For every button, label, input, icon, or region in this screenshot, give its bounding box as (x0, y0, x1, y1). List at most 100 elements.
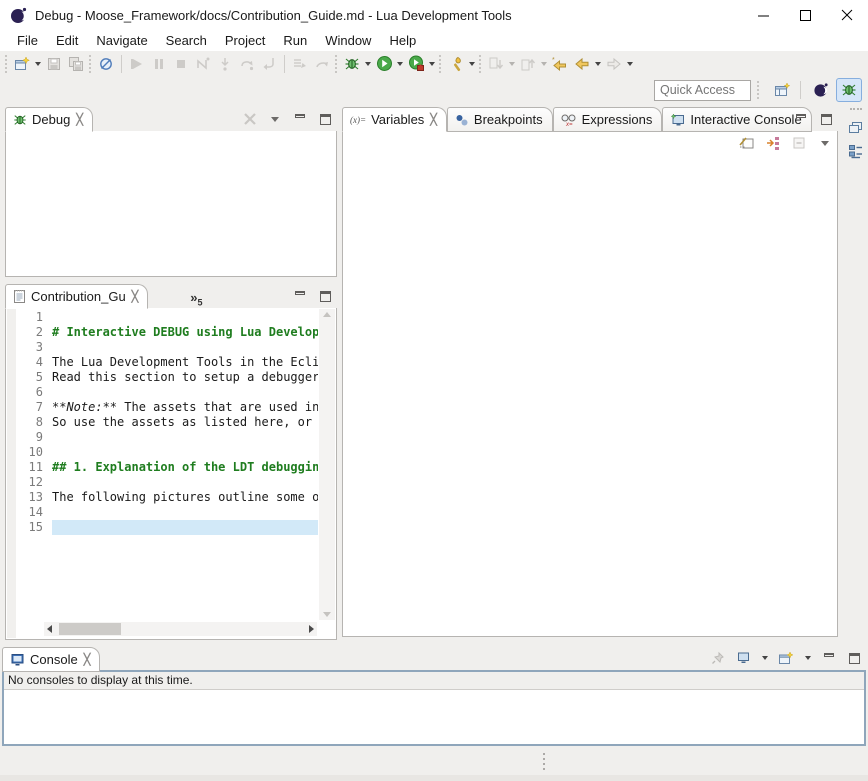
next-annotation-dropdown[interactable] (507, 53, 517, 75)
view-menu-icon[interactable] (267, 111, 283, 127)
line-text[interactable] (52, 475, 318, 490)
maximize-view-icon[interactable] (846, 650, 862, 666)
next-annotation-button[interactable] (485, 53, 507, 75)
minimize-view-icon[interactable] (821, 650, 837, 666)
menu-help[interactable]: Help (380, 31, 425, 51)
toolbar-grip[interactable] (757, 81, 761, 99)
editor-line[interactable]: 3 (16, 340, 318, 355)
restore-view-button[interactable] (848, 119, 864, 135)
suspend-button[interactable] (148, 53, 170, 75)
pin-console-button[interactable] (710, 650, 726, 666)
current-line[interactable] (52, 520, 318, 535)
disconnect-button[interactable] (192, 53, 214, 75)
show-type-names-button[interactable] (739, 135, 755, 151)
save-all-button[interactable] (65, 53, 87, 75)
open-console-dropdown[interactable] (803, 650, 812, 666)
close-window-button[interactable] (826, 1, 868, 29)
forward-button[interactable] (603, 53, 625, 75)
line-text[interactable] (52, 340, 318, 355)
console-content[interactable]: No consoles to display at this time. (2, 670, 866, 746)
toolbar-grip[interactable] (439, 55, 443, 73)
editor-line[interactable]: 13The following pictures outline some o (16, 490, 318, 505)
editor-line[interactable]: 10 (16, 445, 318, 460)
editor-line[interactable]: 11## 1. Explanation of the LDT debuggin (16, 460, 318, 475)
editor-line[interactable]: 6 (16, 385, 318, 400)
toolbar-grip[interactable] (479, 55, 483, 73)
trim-handle[interactable] (850, 108, 862, 110)
tab-expressions[interactable]: x= Expressions (553, 107, 663, 132)
external-tools-dropdown[interactable] (427, 53, 437, 75)
remove-terminated-launches-button[interactable] (242, 111, 258, 127)
show-logical-structures-button[interactable] (765, 135, 781, 151)
save-button[interactable] (43, 53, 65, 75)
editor-line[interactable]: 9 (16, 430, 318, 445)
line-text[interactable]: The Lua Development Tools in the Ecli (52, 355, 318, 370)
tab-console[interactable]: Console ╳ (2, 647, 100, 672)
menu-navigate[interactable]: Navigate (87, 31, 156, 51)
debug-button[interactable] (341, 53, 363, 75)
toolbar-grip[interactable] (89, 55, 93, 73)
variables-content[interactable] (342, 131, 838, 637)
run-dropdown[interactable] (395, 53, 405, 75)
line-text[interactable] (52, 430, 318, 445)
view-menu-icon[interactable] (817, 135, 833, 151)
minimize-view-icon[interactable] (292, 111, 308, 127)
open-console-button[interactable] (778, 650, 794, 666)
last-edit-location-button[interactable]: * (549, 53, 571, 75)
editor-lines[interactable]: 12# Interactive DEBUG using Lua Develop3… (16, 310, 318, 535)
back-dropdown[interactable] (593, 53, 603, 75)
editor-line[interactable]: 5Read this section to setup a debugger (16, 370, 318, 385)
external-tools-button[interactable] (405, 53, 427, 75)
tab-interactive-console[interactable]: Interactive Console (662, 107, 811, 132)
editor-line[interactable]: 7**Note:** The assets that are used in (16, 400, 318, 415)
use-step-filters-button[interactable] (289, 53, 311, 75)
skip-all-breakpoints-button[interactable] (95, 53, 117, 75)
editor-line[interactable]: 2# Interactive DEBUG using Lua Develop (16, 325, 318, 340)
debug-dropdown[interactable] (363, 53, 373, 75)
minimize-window-button[interactable] (742, 1, 784, 29)
line-text[interactable]: ## 1. Explanation of the LDT debuggin (52, 460, 318, 475)
display-selected-console-button[interactable] (735, 650, 751, 666)
display-console-dropdown[interactable] (760, 650, 769, 666)
annotation-ruler[interactable] (7, 309, 16, 638)
line-text[interactable]: Read this section to setup a debugger (52, 370, 318, 385)
previous-annotation-button[interactable] (517, 53, 539, 75)
menu-run[interactable]: Run (274, 31, 316, 51)
scrollbar-thumb[interactable] (59, 623, 121, 635)
scroll-up-icon[interactable] (323, 312, 331, 317)
close-icon[interactable]: ╳ (430, 113, 437, 126)
toolbar-grip[interactable] (335, 55, 339, 73)
new-wizard-button[interactable] (11, 53, 33, 75)
terminate-button[interactable] (170, 53, 192, 75)
torch-dropdown[interactable] (467, 53, 477, 75)
menu-edit[interactable]: Edit (47, 31, 87, 51)
run-button[interactable] (373, 53, 395, 75)
lua-perspective-button[interactable] (808, 78, 834, 102)
open-perspective-button[interactable] (769, 78, 795, 102)
debug-view-content[interactable] (5, 131, 337, 277)
editor-line[interactable]: 1 (16, 310, 318, 325)
editor-horizontal-scrollbar[interactable] (44, 622, 317, 636)
tab-breakpoints[interactable]: Breakpoints (447, 107, 553, 132)
previous-annotation-dropdown[interactable] (539, 53, 549, 75)
quick-access-input[interactable] (654, 80, 751, 101)
line-text[interactable]: The following pictures outline some o (52, 490, 318, 505)
menu-search[interactable]: Search (157, 31, 216, 51)
editor-content[interactable]: 12# Interactive DEBUG using Lua Develop3… (5, 308, 337, 640)
minimize-view-icon[interactable] (292, 288, 308, 304)
line-text[interactable] (52, 310, 318, 325)
back-button[interactable] (571, 53, 593, 75)
editor-vertical-scrollbar[interactable] (319, 309, 335, 620)
step-into-button[interactable] (214, 53, 236, 75)
forward-dropdown[interactable] (625, 53, 635, 75)
scroll-left-icon[interactable] (47, 625, 52, 633)
tab-variables[interactable]: (x)= Variables ╳ (342, 107, 447, 132)
close-icon[interactable]: ╳ (132, 290, 139, 303)
torch-button[interactable] (445, 53, 467, 75)
close-icon[interactable]: ╳ (76, 113, 83, 126)
outline-view-button[interactable] (848, 144, 864, 160)
minimize-view-icon[interactable] (793, 111, 809, 127)
editor-line[interactable]: 12 (16, 475, 318, 490)
scroll-right-icon[interactable] (309, 625, 314, 633)
line-text[interactable]: So use the assets as listed here, or (52, 415, 318, 430)
